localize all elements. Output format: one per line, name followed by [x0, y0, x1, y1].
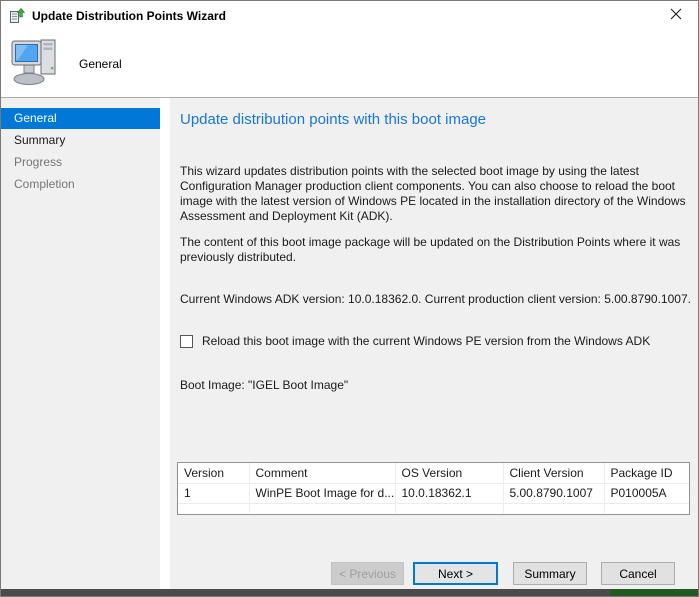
- column-header-os-version[interactable]: OS Version: [395, 463, 503, 483]
- distribution-note: The content of this boot image package w…: [180, 235, 694, 265]
- reload-boot-image-checkbox[interactable]: [180, 335, 193, 348]
- column-header-client-version[interactable]: Client Version: [503, 463, 604, 483]
- summary-button[interactable]: Summary: [513, 562, 587, 585]
- cell-package-id: P010005A: [604, 483, 690, 503]
- wizard-body: General Summary Progress Completion Upda…: [1, 98, 698, 591]
- table-empty-row: [178, 503, 690, 513]
- cell-client-version: 5.00.8790.1007: [503, 483, 604, 503]
- boot-image-label: Boot Image: "IGEL Boot Image": [180, 378, 348, 392]
- desktop-strip: [610, 589, 698, 596]
- close-icon: [670, 7, 682, 25]
- page-title: Update distribution points with this boo…: [180, 111, 486, 128]
- sidebar-item-summary[interactable]: Summary: [1, 130, 160, 151]
- table-header-row: Version Comment OS Version Client Versio…: [178, 463, 690, 483]
- sidebar-content-divider: [160, 98, 170, 591]
- window-bottom-edge: [1, 589, 698, 596]
- column-header-package-id[interactable]: Package ID: [604, 463, 690, 483]
- sidebar: General Summary Progress Completion: [1, 98, 160, 591]
- column-header-version[interactable]: Version: [178, 463, 249, 483]
- next-button[interactable]: Next >: [413, 562, 498, 585]
- cell-comment: WinPE Boot Image for d...: [249, 483, 395, 503]
- intro-paragraph: This wizard updates distribution points …: [180, 164, 694, 224]
- wizard-header: General: [1, 30, 698, 98]
- close-button[interactable]: [653, 1, 698, 30]
- cell-os-version: 10.0.18362.1: [395, 483, 503, 503]
- sidebar-item-completion[interactable]: Completion: [1, 174, 160, 195]
- version-info: Current Windows ADK version: 10.0.18362.…: [180, 292, 691, 306]
- wizard-window: Update Distribution Points Wizard: [0, 0, 699, 597]
- cell-version: 1: [178, 483, 249, 503]
- window-title: Update Distribution Points Wizard: [32, 9, 226, 23]
- titlebar: Update Distribution Points Wizard: [1, 1, 698, 30]
- sidebar-item-progress[interactable]: Progress: [1, 152, 160, 173]
- content-pane: Update distribution points with this boo…: [170, 98, 698, 591]
- computer-icon: [10, 36, 62, 93]
- table-row[interactable]: 1 WinPE Boot Image for d... 10.0.18362.1…: [178, 483, 690, 503]
- previous-button[interactable]: < Previous: [331, 562, 404, 585]
- reload-checkbox-label[interactable]: Reload this boot image with the current …: [202, 334, 650, 348]
- page-label: General: [79, 57, 122, 71]
- sidebar-item-general[interactable]: General: [1, 108, 160, 129]
- distribution-point-update-icon: [9, 8, 25, 24]
- boot-image-table: Version Comment OS Version Client Versio…: [177, 462, 690, 515]
- reload-checkbox-row: Reload this boot image with the current …: [180, 334, 650, 348]
- column-header-comment[interactable]: Comment: [249, 463, 395, 483]
- cancel-button[interactable]: Cancel: [601, 562, 675, 585]
